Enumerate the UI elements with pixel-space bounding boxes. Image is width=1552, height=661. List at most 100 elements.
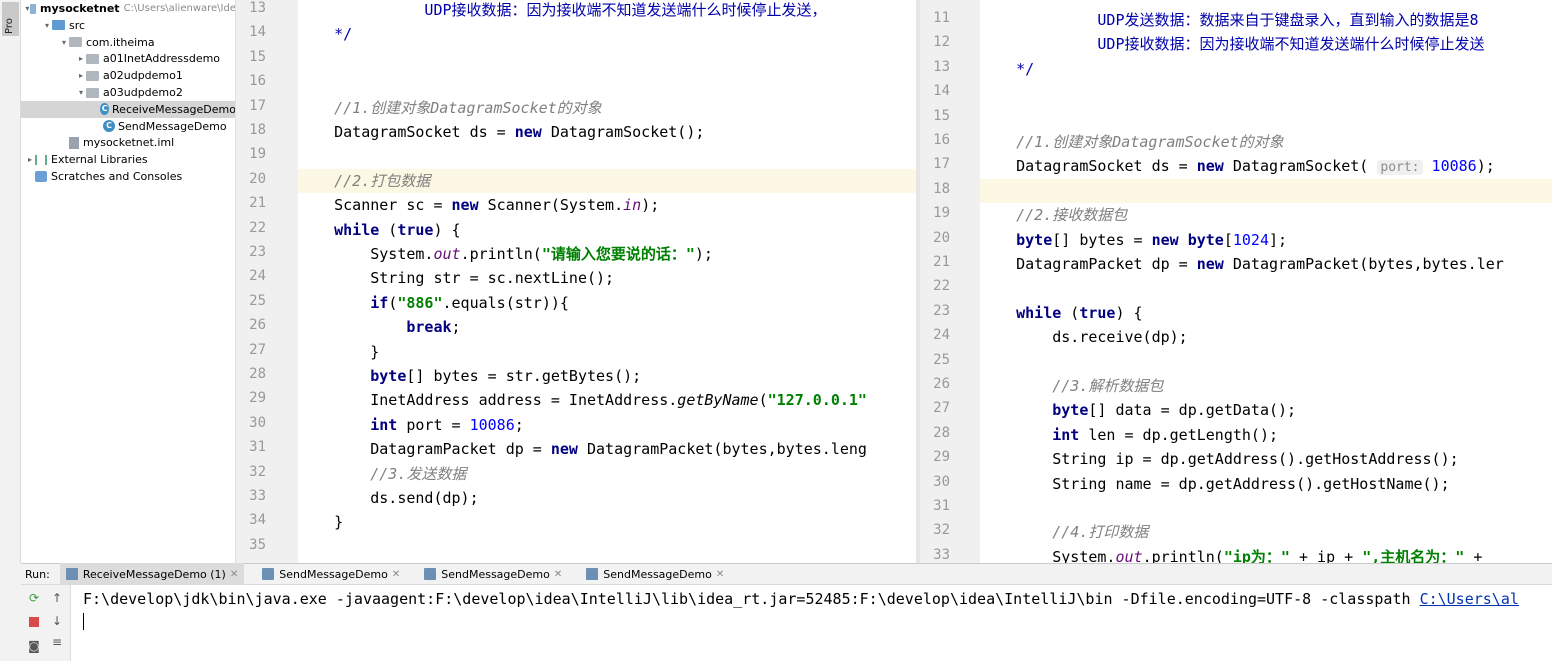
code-line[interactable]: byte[] data = dp.getData(); bbox=[980, 398, 1552, 422]
line-number: 29 bbox=[933, 449, 950, 466]
tree-item[interactable]: C ReceiveMessageDemo bbox=[21, 100, 235, 118]
tree-item[interactable]: ▾ a03udpdemo2 bbox=[21, 84, 235, 101]
code-line[interactable]: //2.打包数据 bbox=[298, 168, 916, 193]
code-line[interactable]: DatagramSocket ds = new DatagramSocket()… bbox=[298, 120, 916, 144]
chevron-down-icon[interactable]: ▾ bbox=[59, 38, 69, 47]
code-line[interactable]: byte[] bytes = str.getBytes(); bbox=[298, 364, 916, 388]
code-line[interactable]: int len = dp.getLength(); bbox=[980, 423, 1552, 447]
code-line[interactable]: InetAddress address = InetAddress.getByN… bbox=[298, 388, 916, 412]
tree-item[interactable]: ▾ mysocketnet C:\Users\alienware\Ide bbox=[21, 0, 235, 17]
chevron-down-icon[interactable]: ▾ bbox=[76, 88, 86, 97]
chevron-right-icon[interactable]: ▸ bbox=[76, 54, 86, 63]
code-line[interactable]: byte[] bytes = new byte[1024]; bbox=[980, 228, 1552, 252]
line-number: 23 bbox=[933, 302, 950, 319]
code-line[interactable] bbox=[980, 81, 1552, 105]
line-number: 31 bbox=[933, 498, 950, 514]
code-line[interactable]: System.out.println("ip为：" + ip + ",主机名为：… bbox=[980, 545, 1552, 563]
code-line[interactable]: String name = dp.getAddress().getHostNam… bbox=[980, 472, 1552, 496]
code-line[interactable]: DatagramSocket ds = new DatagramSocket( … bbox=[980, 154, 1552, 178]
code-line[interactable] bbox=[298, 535, 916, 559]
project-tool-tab[interactable]: Pro bbox=[2, 2, 19, 36]
code-line[interactable]: int port = 10086; bbox=[298, 413, 916, 437]
tree-item[interactable]: ▾ src bbox=[21, 17, 235, 34]
tree-item[interactable]: mysocketnet.iml bbox=[21, 134, 235, 151]
scroll-up-icon[interactable]: ↑ bbox=[50, 591, 64, 605]
line-number: 11 bbox=[933, 10, 950, 26]
chevron-right-icon[interactable]: ▸ bbox=[25, 155, 35, 164]
line-number: 26 bbox=[933, 376, 950, 392]
close-icon[interactable]: ✕ bbox=[554, 569, 562, 580]
code-line[interactable]: } bbox=[298, 510, 916, 534]
line-number: 35 bbox=[249, 536, 266, 553]
run-tool-window-header: Run: ReceiveMessageDemo (1) ✕ SendMessageD… bbox=[21, 563, 1552, 585]
code-line[interactable]: DatagramPacket dp = new DatagramPacket(b… bbox=[298, 437, 916, 461]
run-tab[interactable]: SendMessageDemo ✕ bbox=[256, 563, 406, 585]
run-tab[interactable]: SendMessageDemo ✕ bbox=[418, 563, 568, 585]
code-line[interactable]: System.out.println("请输入您要说的话："); bbox=[298, 242, 916, 266]
run-toolbar: ⟳ ↑ ↓ ◙ ≡ bbox=[21, 585, 71, 661]
code-line[interactable] bbox=[980, 350, 1552, 374]
code-line[interactable] bbox=[298, 71, 916, 95]
code-line[interactable]: */ bbox=[980, 57, 1552, 81]
code-line[interactable]: String str = sc.nextLine(); bbox=[298, 266, 916, 290]
code-line[interactable] bbox=[298, 47, 916, 71]
rerun-icon[interactable]: ⟳ bbox=[27, 591, 41, 605]
scratches-icon bbox=[35, 171, 47, 182]
stop-icon[interactable] bbox=[27, 616, 41, 630]
code-line[interactable] bbox=[980, 276, 1552, 300]
right-editor-code[interactable]: UDP发送数据：数据来自于键盘录入，直到输入的数据是8 UDP接收数据：因为接收… bbox=[980, 0, 1552, 563]
run-tab[interactable]: SendMessageDemo ✕ bbox=[580, 563, 730, 585]
left-editor-code[interactable]: UDP接收数据：因为接收端不知道发送端什么时候停止发送， */ //1.创建对象… bbox=[298, 0, 916, 563]
run-tab-label: SendMessageDemo bbox=[279, 567, 388, 581]
code-line[interactable]: } bbox=[298, 340, 916, 364]
folder-icon bbox=[52, 20, 65, 31]
line-number: 31 bbox=[249, 439, 266, 456]
code-line[interactable]: //2.接收数据包 bbox=[980, 203, 1552, 227]
code-line[interactable]: UDP发送数据：数据来自于键盘录入，直到输入的数据是8 bbox=[980, 8, 1552, 32]
tree-item[interactable]: ▸ External Libraries bbox=[21, 151, 235, 168]
code-line[interactable] bbox=[980, 106, 1552, 130]
java-class-icon: C bbox=[103, 120, 115, 133]
code-line[interactable]: while (true) { bbox=[298, 218, 916, 242]
bottom-tool-stripe bbox=[0, 563, 21, 661]
camera-icon[interactable]: ◙ bbox=[27, 639, 41, 653]
code-line[interactable]: UDP接收数据：因为接收端不知道发送端什么时候停止发送 bbox=[980, 32, 1552, 56]
code-line[interactable]: //3.发送数据 bbox=[298, 462, 916, 486]
code-line[interactable] bbox=[980, 178, 1552, 203]
code-line[interactable]: */ bbox=[298, 22, 916, 46]
chevron-down-icon[interactable]: ▾ bbox=[42, 21, 52, 30]
classpath-link[interactable]: C:\Users\al bbox=[1420, 590, 1519, 608]
code-line[interactable]: //3.解析数据包 bbox=[980, 374, 1552, 398]
code-line[interactable]: while (true) { bbox=[980, 301, 1552, 325]
code-line[interactable]: DatagramPacket dp = new DatagramPacket(b… bbox=[980, 252, 1552, 276]
code-line[interactable]: //4.打印数据 bbox=[980, 520, 1552, 544]
code-line[interactable]: //1.创建对象DatagramSocket的对象 bbox=[980, 130, 1552, 154]
tree-item[interactable]: ▾ com.itheima bbox=[21, 34, 235, 51]
code-line[interactable]: break; bbox=[298, 315, 916, 339]
code-line[interactable]: ds.send(dp); bbox=[298, 486, 916, 510]
tree-item[interactable]: ▸ a02udpdemo1 bbox=[21, 67, 235, 84]
close-icon[interactable]: ✕ bbox=[716, 569, 724, 580]
code-line[interactable]: if("886".equals(str)){ bbox=[298, 291, 916, 315]
code-line[interactable] bbox=[980, 496, 1552, 520]
line-number: 28 bbox=[933, 424, 950, 441]
soft-wrap-icon[interactable]: ≡ bbox=[50, 635, 64, 649]
console-output[interactable]: F:\develop\jdk\bin\java.exe -javaagent:F… bbox=[71, 585, 1552, 661]
tree-item[interactable]: C SendMessageDemo bbox=[21, 118, 235, 135]
code-line[interactable]: //1.创建对象DatagramSocket的对象 bbox=[298, 96, 916, 120]
code-line[interactable]: Scanner sc = new Scanner(System.in); bbox=[298, 193, 916, 217]
run-tab[interactable]: ReceiveMessageDemo (1) ✕ bbox=[59, 563, 245, 585]
code-line[interactable] bbox=[298, 144, 916, 168]
scroll-down-icon[interactable]: ↓ bbox=[50, 614, 64, 628]
close-icon[interactable]: ✕ bbox=[230, 569, 238, 580]
code-line[interactable]: String ip = dp.getAddress().getHostAddre… bbox=[980, 447, 1552, 471]
code-line[interactable]: ds.receive(dp); bbox=[980, 325, 1552, 349]
code-line[interactable]: UDP接收数据：因为接收端不知道发送端什么时候停止发送， bbox=[298, 0, 916, 22]
line-number: 14 bbox=[933, 83, 950, 100]
console-caret bbox=[83, 613, 84, 630]
tree-item-label: SendMessageDemo bbox=[118, 119, 227, 133]
tree-item[interactable]: ▸ a01InetAddressdemo bbox=[21, 50, 235, 67]
tree-item[interactable]: Scratches and Consoles bbox=[21, 168, 235, 185]
close-icon[interactable]: ✕ bbox=[392, 569, 400, 580]
chevron-right-icon[interactable]: ▸ bbox=[76, 71, 86, 80]
